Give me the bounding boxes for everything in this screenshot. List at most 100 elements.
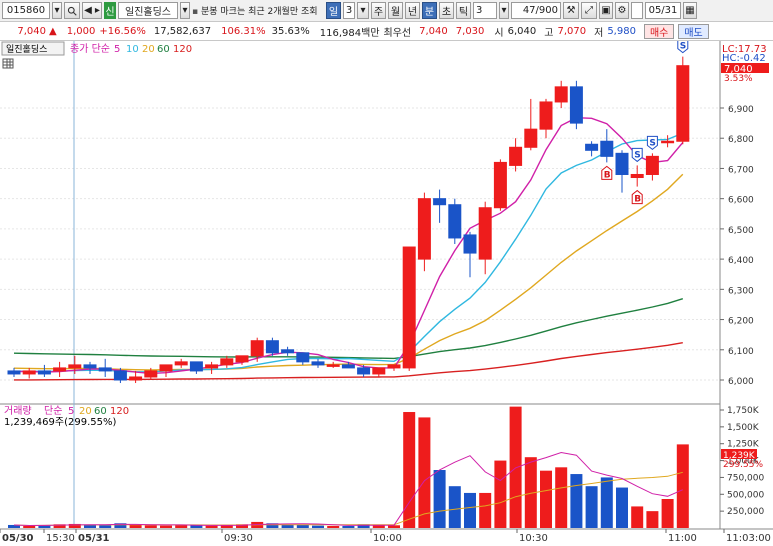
volume-bar xyxy=(464,492,476,528)
candle-body xyxy=(220,358,234,366)
volume-bar xyxy=(23,525,36,528)
buy-button[interactable]: 매수 xyxy=(643,23,675,39)
volume-bar xyxy=(129,524,142,528)
candle-body xyxy=(296,352,310,363)
best-ask: 7,040 xyxy=(419,25,448,37)
candle-body xyxy=(645,155,659,175)
chart-tools-icon[interactable]: ⚒ xyxy=(563,2,579,19)
marker-notice-text: 분봉 마크는 최근 2개월만 조회 xyxy=(200,7,318,17)
candle-body xyxy=(68,364,82,369)
time-tick-label: 10:30 xyxy=(519,533,548,544)
toolbar: 015860 ▾ ◀ ▸ 신 일진홀딩스 ▾ ▪ 분봉 마크는 최근 2개월만 … xyxy=(0,0,773,22)
price-tick-label: 6,900 xyxy=(728,105,754,115)
volume-ma-60: 60 xyxy=(94,406,107,417)
candle-body xyxy=(205,364,219,369)
low-label: 저 xyxy=(594,27,604,39)
volume-bar xyxy=(433,470,446,528)
candle-body xyxy=(569,86,583,124)
period-year-button[interactable]: 년 xyxy=(405,2,420,19)
time-tick-label: 11:03:00 xyxy=(726,533,771,544)
candle-body xyxy=(159,364,173,372)
code-dropdown-icon[interactable]: ▾ xyxy=(52,2,62,19)
candle-body xyxy=(189,361,203,372)
last-vol-pct-tag: 299.55% xyxy=(723,460,763,470)
candle-body xyxy=(235,355,249,363)
candle-body xyxy=(7,370,21,375)
period-tick-button[interactable]: 틱 xyxy=(456,2,471,19)
period-minute-button[interactable]: 분 xyxy=(422,2,437,19)
sell-button[interactable]: 매도 xyxy=(678,23,709,39)
stock-code-input[interactable]: 015860 xyxy=(2,2,50,19)
price-tick-label: 6,700 xyxy=(728,165,754,175)
open-label: 시 xyxy=(494,27,504,39)
candle-body xyxy=(311,361,325,366)
volume-ratio: 106.31% xyxy=(221,25,266,37)
candle-body xyxy=(326,364,340,367)
stock-chart[interactable]: BBSSS 6,0006,1006,2006,3006,4006,5006,60… xyxy=(0,41,773,546)
candle-body xyxy=(509,146,523,166)
candle-body xyxy=(144,370,158,378)
volume-bar xyxy=(555,467,568,528)
date-checkbox[interactable] xyxy=(631,2,643,19)
calendar-icon[interactable]: ▦ xyxy=(683,2,697,19)
period-month-button[interactable]: 월 xyxy=(388,2,403,19)
candle-body xyxy=(113,370,127,381)
volume-bar xyxy=(631,506,644,528)
settings-icon[interactable]: ⚙ xyxy=(615,2,629,19)
volume-tick-label: 750,000 xyxy=(727,473,764,483)
marker-notice: ▪ 분봉 마크는 최근 2개월만 조회 xyxy=(192,4,324,17)
volume-tick-label: 1,750K xyxy=(727,406,760,416)
candle-body xyxy=(478,207,492,260)
candle-body xyxy=(630,173,644,179)
candle-body xyxy=(265,340,279,354)
candle-body xyxy=(463,234,477,254)
ma-legend-120: 120 xyxy=(173,44,192,55)
volume-bar xyxy=(600,477,613,528)
volume-bar xyxy=(448,486,461,528)
grid-toggle-icon[interactable] xyxy=(2,58,14,69)
candle-body xyxy=(98,367,112,372)
ma-legend-10: 10 xyxy=(126,44,139,55)
last-pct-tag: 3.53% xyxy=(724,74,753,84)
candle-body xyxy=(53,367,67,372)
high-price: 7,070 xyxy=(557,25,587,37)
turnover-rate: 35.63% xyxy=(271,25,310,37)
period-n-input[interactable]: 3 xyxy=(343,2,355,19)
zoom-icon[interactable]: ⤢ xyxy=(581,2,597,19)
search-icon[interactable] xyxy=(64,2,80,19)
ma-legend-20: 20 xyxy=(142,44,155,55)
price-tick-label: 6,000 xyxy=(728,377,754,387)
interval-dropdown-icon[interactable]: ▾ xyxy=(499,2,509,19)
period-day-button[interactable]: 일 xyxy=(326,2,341,19)
chart-background xyxy=(0,41,773,546)
speaker-icon[interactable]: ◀ ▸ xyxy=(82,2,102,19)
candle-body xyxy=(539,101,553,130)
period-second-button[interactable]: 초 xyxy=(439,2,454,19)
volume-bar xyxy=(144,525,157,528)
candle-body xyxy=(524,128,538,148)
date-input[interactable]: 05/31 xyxy=(645,2,681,19)
volume-info: 1,239,469주(299.55%) xyxy=(4,417,116,428)
volume-tick-label: 250,000 xyxy=(727,507,764,517)
volume-bar xyxy=(342,525,355,528)
price-tick-label: 6,400 xyxy=(728,256,754,266)
candle-body xyxy=(281,349,295,354)
quote-bar: 7,040 ▲ 1,000 +16.56% 17,582,637 106.31%… xyxy=(0,22,773,41)
interval-select[interactable]: 3 xyxy=(473,2,497,19)
candle-body xyxy=(372,367,386,375)
high-label: 고 xyxy=(544,27,554,39)
volume-bar xyxy=(205,525,218,528)
stock-name-dropdown-icon[interactable]: ▾ xyxy=(180,2,190,19)
volume-tick-label: 1,500K xyxy=(727,423,760,433)
buy-marker-label: B xyxy=(604,170,611,180)
period-n-dropdown-icon[interactable]: ▾ xyxy=(357,2,369,19)
save-icon[interactable]: ▣ xyxy=(599,2,613,19)
volume-bar xyxy=(403,412,416,528)
period-week-button[interactable]: 주 xyxy=(371,2,386,19)
volume-ma-20: 20 xyxy=(79,406,92,417)
candle-body xyxy=(433,198,447,206)
count-field[interactable]: 47/900 xyxy=(511,2,561,19)
volume-tick-label: 500,000 xyxy=(727,490,764,500)
hc-label: HC:-0.42 xyxy=(722,53,766,64)
stock-name-tag: 일진홀딩스 xyxy=(6,43,47,55)
